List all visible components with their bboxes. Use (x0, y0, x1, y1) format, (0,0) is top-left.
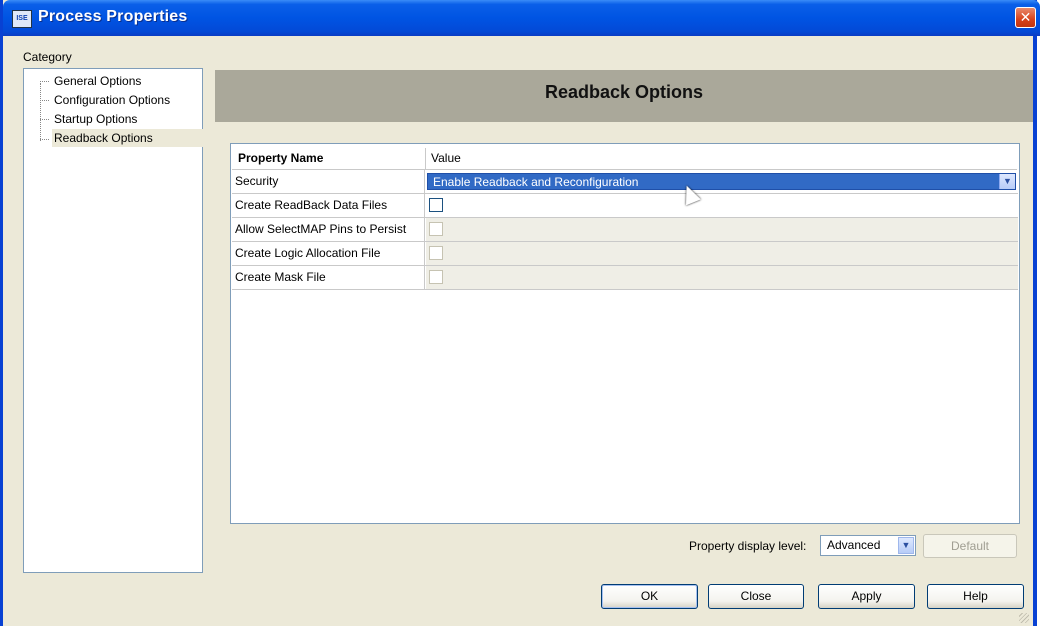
category-item-general-options[interactable]: General Options (52, 72, 143, 90)
table-row[interactable]: Create ReadBack Data Files (232, 194, 1018, 218)
create-readback-data-files-checkbox[interactable] (429, 198, 443, 212)
category-item-startup-options[interactable]: Startup Options (52, 110, 139, 128)
property-display-level-value: Advanced (827, 538, 881, 552)
create-mask-file-checkbox (429, 270, 443, 284)
category-item-readback-options[interactable]: Readback Options (52, 129, 204, 147)
property-value-cell (426, 266, 1018, 289)
apply-button[interactable]: Apply (818, 584, 915, 609)
property-value-cell (426, 218, 1018, 241)
property-name-cell: Security (232, 170, 425, 193)
close-button[interactable]: Close (708, 584, 804, 609)
close-window-button[interactable]: ✕ (1015, 7, 1036, 28)
property-name-cell: Create ReadBack Data Files (232, 194, 425, 217)
category-item-configuration-options[interactable]: Configuration Options (52, 91, 172, 109)
resize-grip-icon[interactable] (1019, 613, 1029, 623)
property-name-cell: Create Mask File (232, 266, 425, 289)
property-display-level-select[interactable]: Advanced ▼ (820, 535, 916, 556)
table-row[interactable]: Create Logic Allocation File (232, 242, 1018, 266)
title-bar[interactable]: ISE Process Properties ✕ (3, 0, 1040, 36)
security-dropdown-value: Enable Readback and Reconfiguration (433, 175, 639, 189)
tree-connector (40, 119, 49, 120)
tree-connector (40, 139, 49, 140)
tree-connector (40, 83, 41, 141)
tree-connector (40, 81, 49, 82)
window-title: Process Properties (38, 8, 188, 25)
table-row[interactable]: Security Enable Readback and Reconfigura… (232, 170, 1018, 194)
default-button[interactable]: Default (923, 534, 1017, 558)
column-divider[interactable] (425, 148, 426, 169)
category-label: Category (23, 50, 72, 64)
category-tree: General Options Configuration Options St… (23, 68, 204, 573)
property-display-level-label: Property display level: (689, 539, 807, 553)
tree-connector (40, 100, 49, 101)
process-properties-window: ISE Process Properties ✕ Category Genera… (0, 0, 1040, 626)
security-dropdown[interactable]: Enable Readback and Reconfiguration ▼ (427, 173, 1016, 190)
property-value-cell (426, 194, 1018, 217)
property-name-cell: Create Logic Allocation File (232, 242, 425, 265)
grid-header: Property Name Value (232, 148, 1017, 170)
allow-selectmap-pins-checkbox (429, 222, 443, 236)
column-header-value: Value (431, 151, 461, 165)
table-row[interactable]: Allow SelectMAP Pins to Persist (232, 218, 1018, 242)
panel-title: Readback Options (544, 82, 704, 102)
app-icon: ISE (12, 10, 32, 28)
create-logic-allocation-file-checkbox (429, 246, 443, 260)
column-header-property-name: Property Name (238, 151, 324, 165)
help-button[interactable]: Help (927, 584, 1024, 609)
ok-button[interactable]: OK (601, 584, 698, 609)
chevron-down-icon[interactable]: ▼ (898, 537, 914, 554)
property-name-cell: Allow SelectMAP Pins to Persist (232, 218, 425, 241)
chevron-down-icon[interactable]: ▼ (999, 174, 1015, 189)
property-value-cell (426, 242, 1018, 265)
table-row[interactable]: Create Mask File (232, 266, 1018, 290)
panel-header: Readback Options (215, 70, 1033, 122)
property-grid: Property Name Value Security Enable Read… (230, 143, 1020, 524)
